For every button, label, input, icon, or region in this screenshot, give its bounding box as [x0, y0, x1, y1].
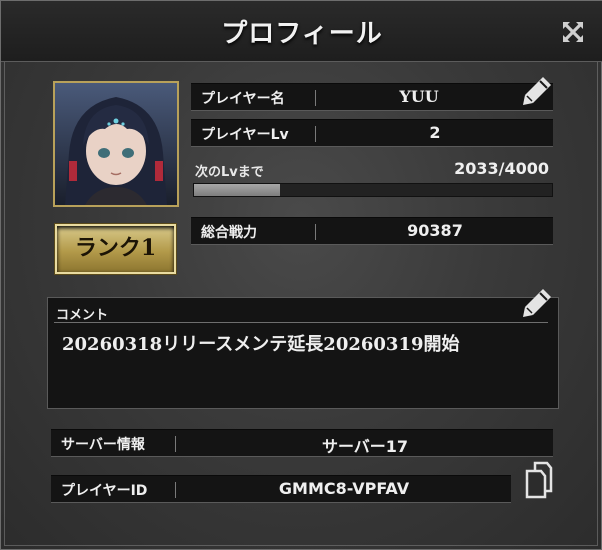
copy-icon [525, 461, 553, 499]
edit-comment-button[interactable] [519, 285, 555, 321]
power-row: 総合戦力 90387 [191, 217, 553, 245]
exp-progress-fill [194, 184, 280, 196]
divider [315, 224, 316, 240]
player-lv-value: 2 [429, 123, 441, 142]
player-lv-label: プレイヤーLv [201, 127, 289, 143]
divider [175, 482, 176, 498]
comment-text: 20260318リリースメンテ延長20260319開始 [62, 334, 460, 355]
server-info-label: サーバー情報 [61, 437, 145, 453]
divider [175, 436, 176, 452]
comment-label: コメント [56, 308, 109, 323]
player-avatar[interactable] [53, 81, 179, 207]
exp-progress-bar [193, 183, 553, 197]
exp-text: 2033/4000 [454, 159, 549, 178]
comment-box[interactable]: コメント 20260318リリースメンテ延長20260319開始 [47, 297, 559, 409]
divider [315, 90, 316, 106]
pencil-icon [523, 289, 551, 317]
profile-dialog: プロフィール ランク1 プレイヤー名 YUU プレイヤーLv 2 次のLvまで … [0, 0, 602, 550]
rank-button[interactable]: ランク1 [55, 224, 176, 274]
pencil-icon [523, 77, 551, 105]
copy-id-button[interactable] [521, 459, 555, 499]
player-name-row: プレイヤー名 YUU [191, 83, 553, 111]
close-icon [563, 22, 583, 42]
power-value: 90387 [407, 221, 463, 240]
player-name-label: プレイヤー名 [201, 91, 285, 107]
next-lv-label: 次のLvまで [195, 165, 264, 180]
divider [315, 126, 316, 142]
title-bar: プロフィール [1, 1, 602, 62]
server-info-value: サーバー17 [321, 437, 409, 456]
server-info-row: サーバー情報 サーバー17 [51, 429, 553, 457]
power-label: 総合戦力 [201, 225, 257, 241]
dialog-title: プロフィール [221, 19, 383, 49]
player-name-value: YUU [399, 87, 439, 106]
comment-divider [54, 322, 548, 323]
player-id-label: プレイヤーID [61, 483, 148, 499]
close-button[interactable] [558, 17, 588, 47]
player-id-value: GMMC8-VPFAV [278, 479, 410, 498]
edit-name-button[interactable] [519, 73, 555, 109]
player-lv-row: プレイヤーLv 2 [191, 119, 553, 147]
player-id-row: プレイヤーID GMMC8-VPFAV [51, 475, 511, 503]
avatar-portrait [55, 83, 177, 205]
